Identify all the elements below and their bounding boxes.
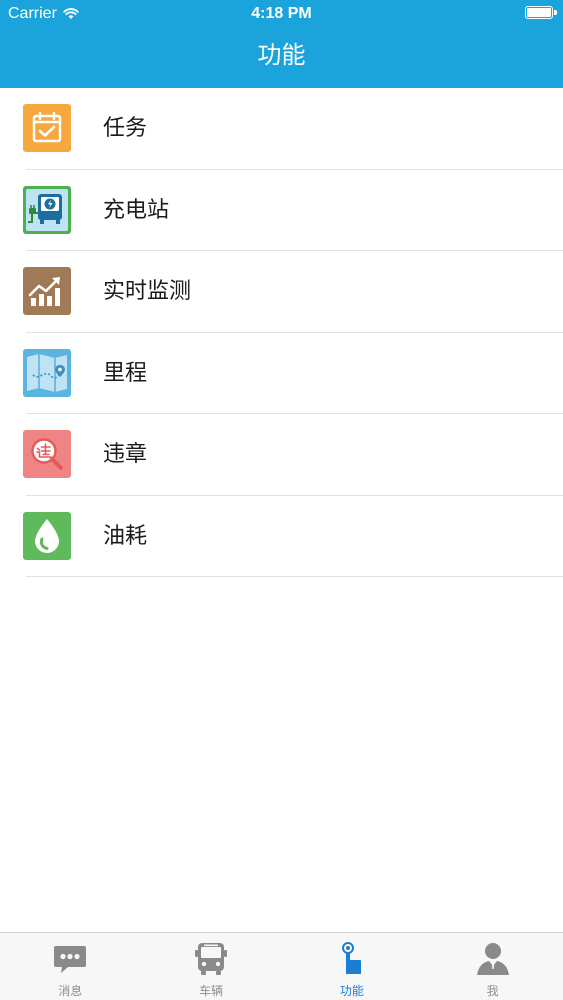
- menu-item-fuel-consumption[interactable]: 油耗: [0, 496, 563, 578]
- clock-time: 4:18 PM: [251, 5, 312, 22]
- menu-item-label: 违章: [103, 442, 148, 467]
- mileage-map-icon: [23, 348, 71, 397]
- menu-item-mileage[interactable]: 里程: [0, 333, 563, 415]
- function-menu: 任务 充电站 实时监测 里程 违章 油耗: [0, 88, 563, 577]
- page-title: 功能: [257, 41, 306, 69]
- bus-icon: [195, 943, 228, 975]
- tab-functions[interactable]: 功能: [282, 933, 423, 1000]
- battery-icon: [525, 6, 557, 19]
- menu-item-label: 里程: [103, 360, 148, 386]
- menu-item-charging-station[interactable]: 充电站: [0, 170, 563, 252]
- charging-station-icon: [23, 185, 71, 234]
- message-icon: [54, 946, 87, 973]
- realtime-chart-icon: [23, 267, 71, 315]
- fuel-drop-icon: [23, 511, 71, 560]
- task-calendar-icon: [23, 104, 71, 152]
- menu-item-label: 油耗: [103, 523, 148, 549]
- nav-header: Carrier 4:18 PM 功能: [0, 0, 563, 88]
- tab-label: 功能: [339, 984, 364, 998]
- menu-item-task[interactable]: 任务: [0, 88, 563, 170]
- status-bar: Carrier 4:18 PM: [0, 0, 563, 30]
- tab-vehicles[interactable]: 车辆: [141, 933, 282, 1000]
- menu-item-realtime-monitoring[interactable]: 实时监测: [0, 251, 563, 333]
- tab-label: 我: [486, 984, 499, 998]
- menu-item-label: 任务: [103, 116, 148, 141]
- violation-search-icon: [23, 430, 71, 478]
- function-icon: [341, 942, 361, 974]
- tab-me[interactable]: 我: [422, 933, 563, 1000]
- tab-messages[interactable]: 消息: [0, 933, 141, 1000]
- tab-label: 消息: [58, 984, 83, 998]
- menu-item-label: 充电站: [103, 197, 170, 223]
- tab-label: 车辆: [199, 984, 224, 998]
- menu-item-violation[interactable]: 违章: [0, 414, 563, 496]
- user-icon: [476, 943, 509, 975]
- menu-item-label: 实时监测: [103, 279, 192, 304]
- tab-bar: 消息 车辆 功能 我: [0, 932, 563, 1000]
